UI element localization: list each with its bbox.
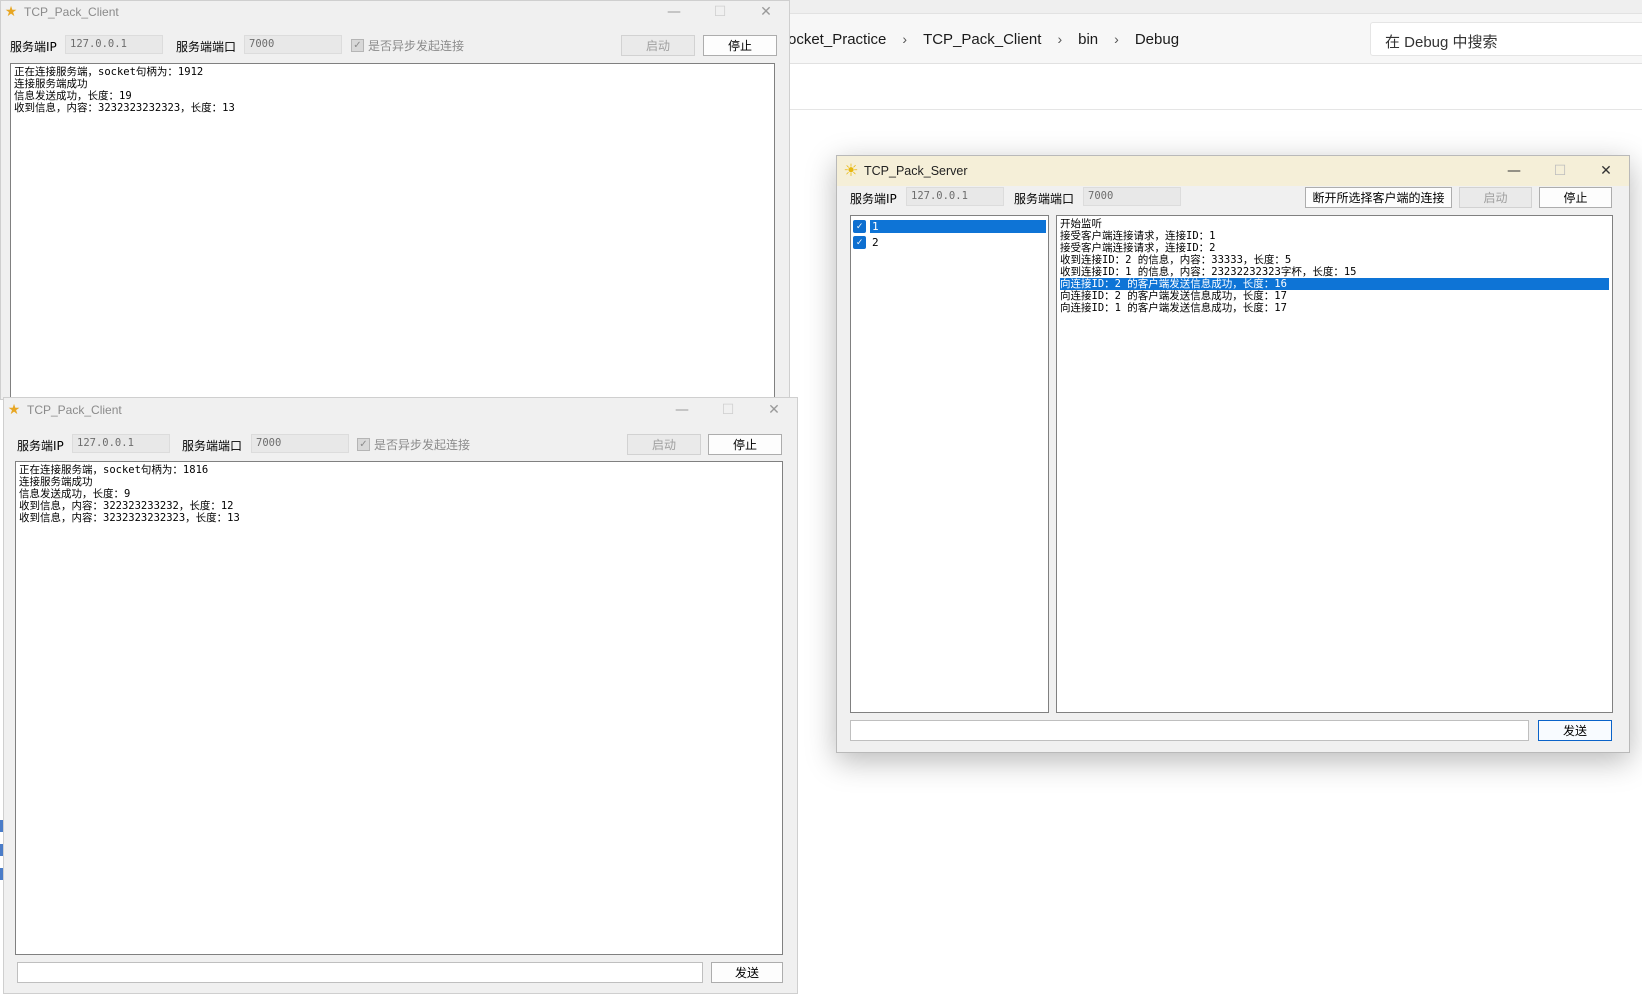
server-log-list[interactable]: 开始监听 接受客户端连接请求，连接ID：1 接受客户端连接请求，连接ID：2 收… (1056, 215, 1613, 713)
async-connect-checkbox[interactable]: ✓ 是否异步发起连接 (351, 37, 464, 54)
breadcrumb-item[interactable]: Debug (1129, 31, 1185, 48)
log-line: 信息发送成功，长度：9 (19, 488, 131, 500)
log-line: 正在连接服务端，socket句柄为：1816 (19, 464, 209, 476)
server-ip-label: 服务端IP (850, 192, 897, 206)
log-line[interactable]: 收到连接ID：2 的信息，内容：33333，长度：5 (1060, 254, 1609, 266)
server-ip-field[interactable]: 127.0.0.1 (65, 35, 163, 54)
log-line: 信息发送成功，长度：19 (14, 90, 132, 102)
async-connect-checkbox[interactable]: ✓ 是否异步发起连接 (357, 436, 470, 453)
client-window-1: ★ TCP_Pack_Client — ☐ ✕ 服务端IP 127.0.0.1 … (0, 0, 790, 403)
log-line[interactable]: 向连接ID：2 的客户端发送信息成功，长度：17 (1060, 290, 1609, 302)
server-ip-field[interactable]: 127.0.0.1 (72, 434, 170, 453)
server-ip-label: 服务端IP (10, 40, 57, 54)
window-title: TCP_Pack_Server (864, 164, 968, 178)
log-line[interactable]: 接受客户端连接请求，连接ID：1 (1060, 230, 1609, 242)
client-window-2: ★ TCP_Pack_Client — ☐ ✕ 服务端IP 127.0.0.1 … (3, 397, 798, 994)
client-id: 1 (870, 219, 1046, 233)
log-line[interactable]: 向连接ID：1 的客户端发送信息成功，长度：17 (1060, 302, 1609, 314)
search-input[interactable]: 在 Debug 中搜索 (1370, 22, 1642, 56)
log-line: 正在连接服务端，socket句柄为：1912 (14, 66, 204, 78)
log-line: 连接服务端成功 (14, 78, 88, 90)
start-button[interactable]: 启动 (627, 434, 701, 455)
star-app-icon: ★ (4, 4, 18, 20)
message-input[interactable] (17, 962, 703, 983)
server-ip-label: 服务端IP (17, 439, 64, 453)
window-title: TCP_Pack_Client (24, 5, 119, 19)
server-port-label: 服务端端口 (1014, 192, 1075, 206)
client-list[interactable]: ✓ 1 ✓ 2 (850, 215, 1049, 713)
stop-button[interactable]: 停止 (703, 35, 777, 56)
log-line: 收到信息，内容：3232323232323，长度：13 (19, 512, 240, 524)
server-window-titlebar[interactable]: ☀ TCP_Pack_Server — ☐ ✕ (837, 156, 1629, 186)
close-icon[interactable]: ✕ (743, 1, 789, 23)
server-port-field[interactable]: 7000 (251, 434, 349, 453)
maximize-icon[interactable]: ☐ (705, 398, 751, 422)
send-button[interactable]: 发送 (1538, 720, 1612, 741)
explorer-toolbar (780, 65, 1642, 110)
explorer-top-strip (780, 0, 1642, 14)
breadcrumb-item[interactable]: bin (1072, 31, 1104, 48)
log-line[interactable]: 开始监听 (1060, 218, 1609, 230)
close-icon[interactable]: ✕ (751, 398, 797, 422)
close-icon[interactable]: ✕ (1583, 156, 1629, 186)
server-ip-field[interactable]: 127.0.0.1 (906, 187, 1004, 206)
client-window-1-titlebar[interactable]: ★ TCP_Pack_Client — ☐ ✕ (1, 1, 789, 23)
chevron-right-icon[interactable]: › (1047, 31, 1072, 47)
minimize-icon[interactable]: — (651, 1, 697, 23)
async-connect-label: 是否异步发起连接 (374, 438, 471, 452)
checkbox-check-icon: ✓ (351, 39, 364, 52)
client-log-textbox[interactable]: 正在连接服务端，socket句柄为：1816 连接服务端成功 信息发送成功，长度… (15, 461, 783, 955)
async-connect-label: 是否异步发起连接 (368, 39, 465, 53)
client-window-2-titlebar[interactable]: ★ TCP_Pack_Client — ☐ ✕ (4, 398, 797, 422)
star-app-icon: ★ (7, 402, 21, 418)
log-line[interactable]: 接受客户端连接请求，连接ID：2 (1060, 242, 1609, 254)
chevron-right-icon[interactable]: › (1104, 31, 1129, 47)
maximize-icon[interactable]: ☐ (1537, 156, 1583, 186)
breadcrumb: ocket_Practice › TCP_Pack_Client › bin ›… (782, 27, 1185, 51)
breadcrumb-item[interactable]: ocket_Practice (782, 31, 892, 48)
server-port-label: 服务端端口 (182, 439, 243, 453)
log-line: 连接服务端成功 (19, 476, 93, 488)
server-port-field[interactable]: 7000 (244, 35, 342, 54)
log-line: 收到信息，内容：3232323232323，长度：13 (14, 102, 235, 114)
client-id: 2 (872, 235, 879, 249)
checkbox-checked-icon[interactable]: ✓ (853, 219, 866, 233)
checkbox-checked-icon[interactable]: ✓ (853, 235, 866, 249)
client-list-item[interactable]: ✓ 1 (853, 218, 1046, 234)
sun-app-icon: ☀ (843, 161, 859, 181)
server-port-field[interactable]: 7000 (1083, 187, 1181, 206)
minimize-icon[interactable]: — (659, 398, 705, 422)
disconnect-selected-button[interactable]: 断开所选择客户端的连接 (1305, 187, 1452, 208)
log-line-selected[interactable]: 向连接ID：2 的客户端发送信息成功，长度：16 (1060, 278, 1609, 290)
log-line: 收到信息，内容：322323233232，长度：12 (19, 500, 234, 512)
window-title: TCP_Pack_Client (27, 403, 122, 417)
send-button[interactable]: 发送 (711, 962, 783, 983)
client-log-textbox[interactable]: 正在连接服务端，socket句柄为：1912 连接服务端成功 信息发送成功，长度… (10, 63, 775, 403)
log-line[interactable]: 收到连接ID：1 的信息，内容：23232232323字杯，长度：15 (1060, 266, 1609, 278)
chevron-right-icon[interactable]: › (892, 31, 917, 47)
server-window: ☀ TCP_Pack_Server — ☐ ✕ 服务端IP 127.0.0.1 … (836, 155, 1630, 753)
stop-button[interactable]: 停止 (708, 434, 782, 455)
start-button[interactable]: 启动 (1459, 187, 1532, 208)
server-port-label: 服务端端口 (176, 40, 237, 54)
minimize-icon[interactable]: — (1491, 156, 1537, 186)
breadcrumb-item[interactable]: TCP_Pack_Client (917, 31, 1047, 48)
maximize-icon[interactable]: ☐ (697, 1, 743, 23)
client-list-item[interactable]: ✓ 2 (853, 234, 1046, 250)
start-button[interactable]: 启动 (621, 35, 695, 56)
stop-button[interactable]: 停止 (1539, 187, 1612, 208)
checkbox-check-icon: ✓ (357, 438, 370, 451)
message-input[interactable] (850, 720, 1529, 741)
